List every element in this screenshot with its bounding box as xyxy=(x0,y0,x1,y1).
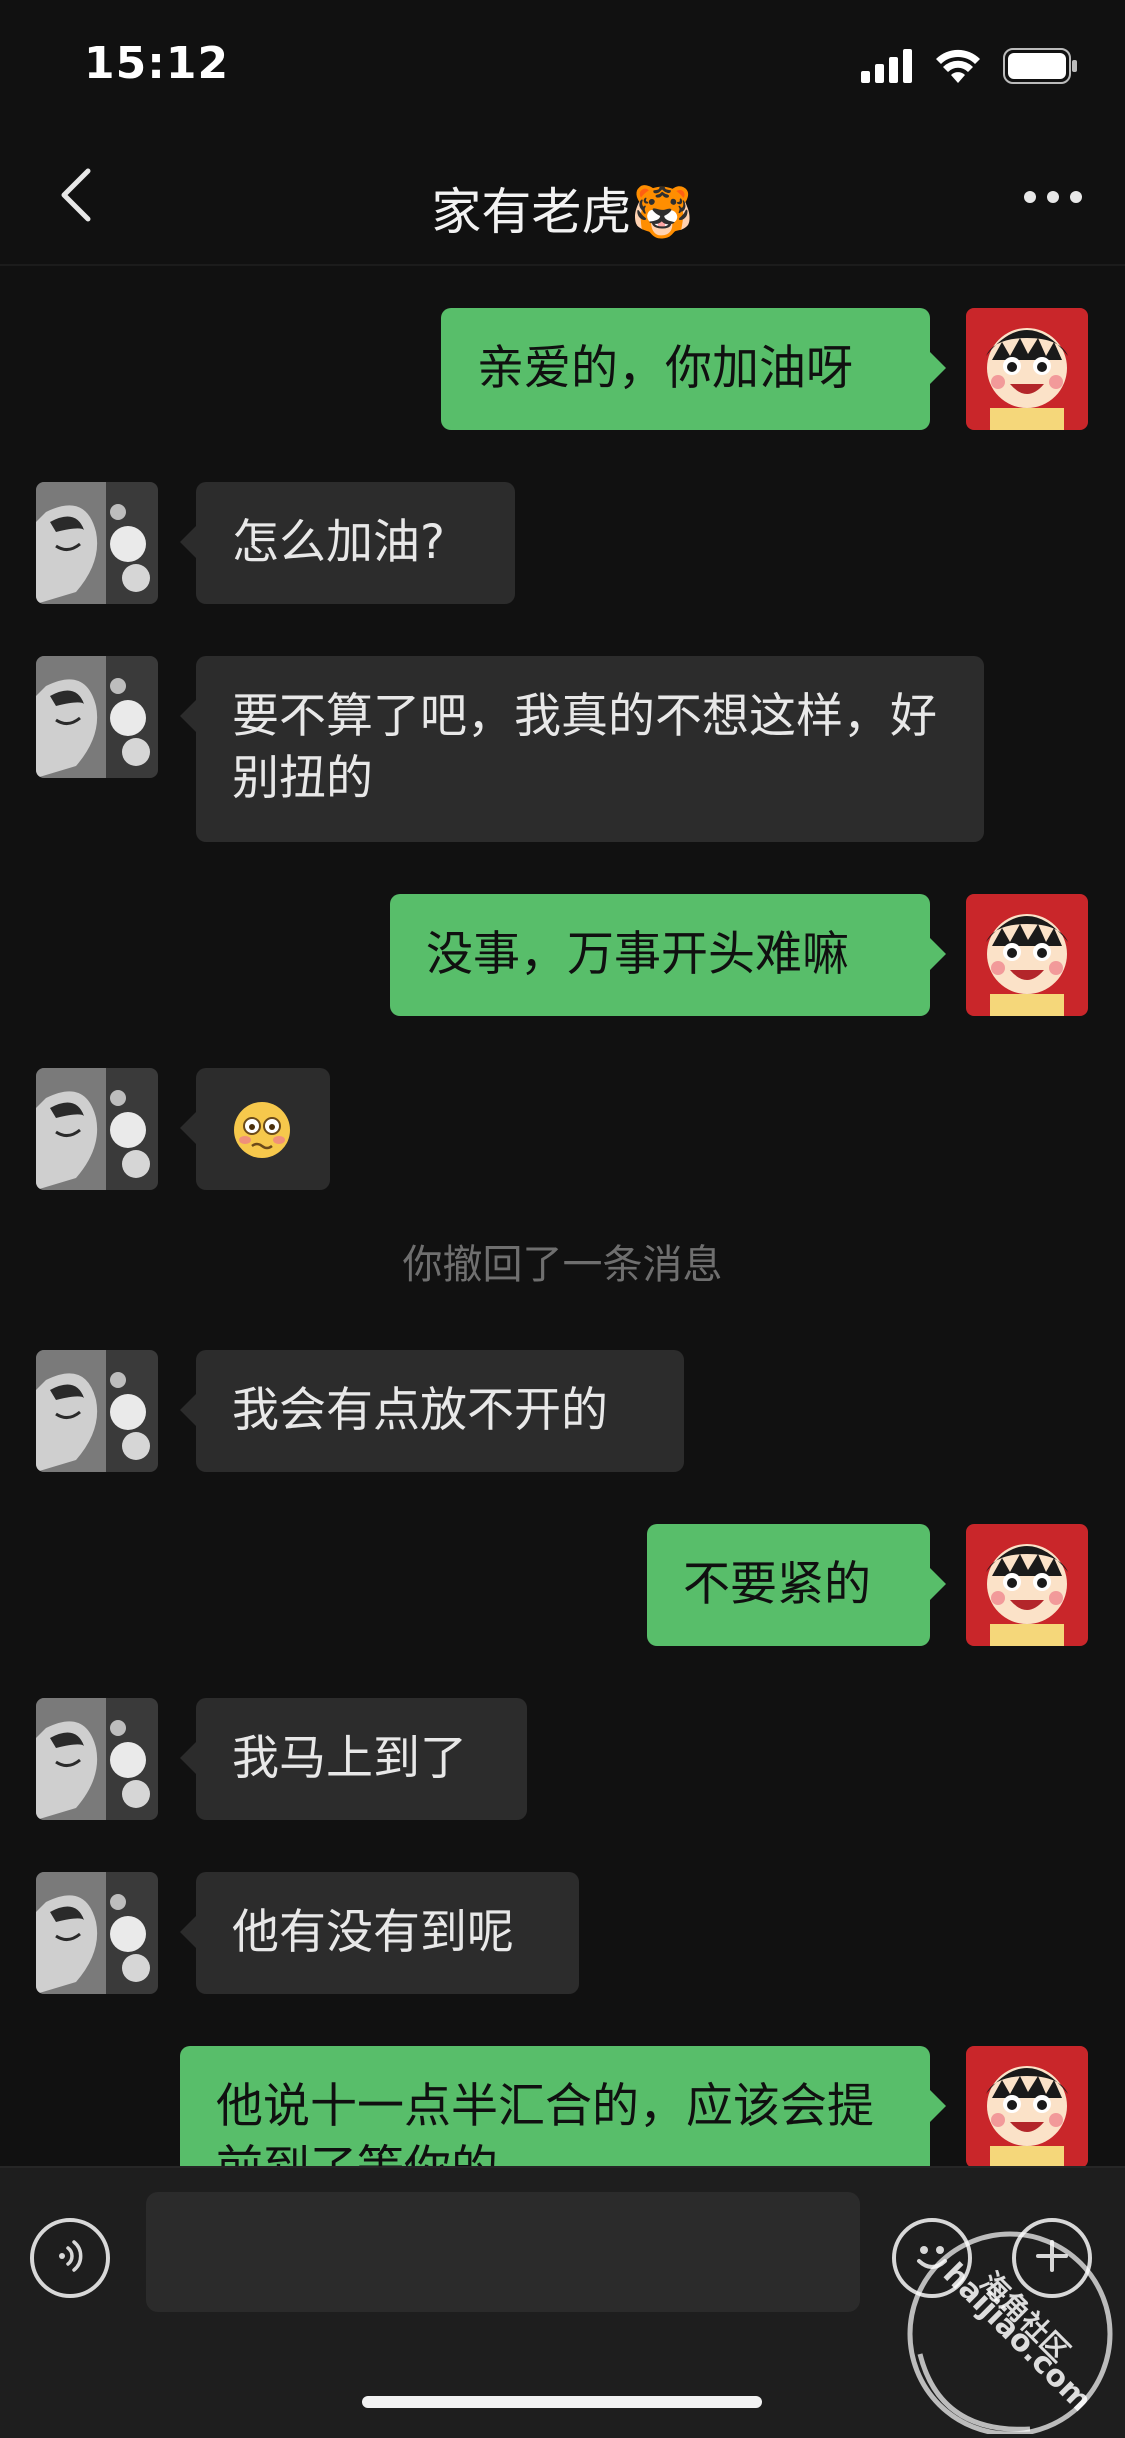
chat-input-bar xyxy=(0,2166,1125,2438)
battery-icon xyxy=(1003,48,1079,88)
status-bar: 15:12 xyxy=(0,0,1125,132)
smiley-face-icon xyxy=(905,2229,959,2287)
message-text: 我马上到了 xyxy=(232,1731,467,1786)
incoming-message-bubble[interactable]: 我马上到了 xyxy=(180,1698,527,1820)
plus-icon xyxy=(1030,2234,1074,2282)
emoji-button[interactable] xyxy=(892,2218,972,2298)
message-text: 亲爱的，你加油呀 xyxy=(477,341,853,396)
incoming-message-bubble[interactable]: 我会有点放不开的 xyxy=(180,1350,684,1472)
recalled-message-notice: 你撤回了一条消息 xyxy=(402,1242,723,1288)
voice-icon xyxy=(50,2236,90,2280)
contact-avatar[interactable] xyxy=(36,1350,158,1472)
incoming-message-bubble[interactable]: 要不算了吧，我真的不想这样，好别扭的 xyxy=(180,656,984,842)
message-text: 没事，万事开头难嘛 xyxy=(426,927,849,982)
incoming-message-bubble[interactable] xyxy=(180,1068,330,1190)
outgoing-message-bubble[interactable]: 没事，万事开头难嘛 xyxy=(390,894,946,1016)
my-avatar[interactable] xyxy=(966,1524,1088,1646)
my-avatar[interactable] xyxy=(966,2046,1088,2166)
chat-header: 家有老虎🐯 xyxy=(0,132,1125,266)
flushed-face-emoji-icon xyxy=(232,1100,292,1176)
status-icons xyxy=(861,48,1079,88)
message-text: 我会有点放不开的 xyxy=(232,1383,608,1438)
my-avatar[interactable] xyxy=(966,308,1088,430)
message-text: 他有没有到呢 xyxy=(232,1905,514,1960)
contact-avatar[interactable] xyxy=(36,1698,158,1820)
more-functions-button[interactable] xyxy=(1012,2218,1092,2298)
wifi-icon xyxy=(935,49,981,87)
contact-avatar[interactable] xyxy=(36,482,158,604)
contact-avatar[interactable] xyxy=(36,656,158,778)
more-button[interactable] xyxy=(1013,168,1093,228)
message-text: 怎么加油? xyxy=(232,515,445,570)
cellular-signal-icon xyxy=(861,49,913,87)
voice-input-button[interactable] xyxy=(30,2218,110,2298)
contact-avatar[interactable] xyxy=(36,1872,158,1994)
incoming-message-bubble[interactable]: 怎么加油? xyxy=(180,482,515,604)
home-indicator[interactable] xyxy=(362,2396,762,2408)
chat-title: 家有老虎🐯 xyxy=(431,183,694,241)
contact-avatar[interactable] xyxy=(36,1068,158,1190)
more-dots-icon xyxy=(1023,189,1083,208)
outgoing-message-bubble[interactable]: 不要紧的 xyxy=(647,1524,946,1646)
status-time: 15:12 xyxy=(84,38,230,89)
message-text: 他说十一点半汇合的，应该会提前到了等你的 xyxy=(216,2079,874,2166)
message-text: 不要紧的 xyxy=(683,1557,871,1612)
outgoing-message-bubble[interactable]: 他说十一点半汇合的，应该会提前到了等你的 xyxy=(180,2046,946,2166)
chat-message-list[interactable]: 亲爱的，你加油呀 怎么加油? 要不算了吧，我真的不想这样，好别扭的 没事，万事开… xyxy=(0,266,1125,2166)
outgoing-message-bubble[interactable]: 亲爱的，你加油呀 xyxy=(441,308,946,430)
my-avatar[interactable] xyxy=(966,894,1088,1016)
message-text: 要不算了吧，我真的不想这样，好别扭的 xyxy=(232,689,937,806)
message-input[interactable] xyxy=(146,2192,860,2312)
incoming-message-bubble[interactable]: 他有没有到呢 xyxy=(180,1872,579,1994)
